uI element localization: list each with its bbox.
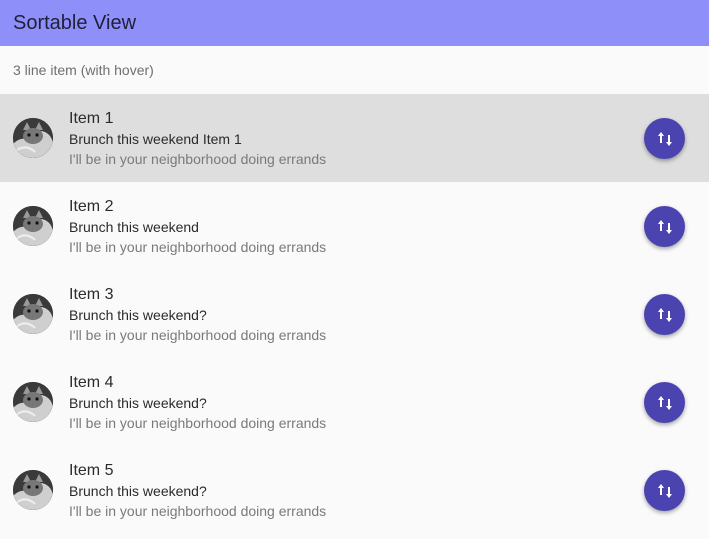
item-text: Item 2 Brunch this weekend I'll be in yo… [69,197,326,257]
item-text: Item 3 Brunch this weekend? I'll be in y… [69,285,326,345]
sort-button[interactable] [644,206,685,247]
item-subtitle: Brunch this weekend [69,219,199,235]
item-subtitle: Brunch this weekend? [69,483,207,499]
list-item[interactable]: Item 5 Brunch this weekend? I'll be in y… [0,446,709,534]
item-detail: I'll be in your neighborhood doing erran… [69,239,327,255]
list-subheader: 3 line item (with hover) [13,62,154,78]
list-item[interactable]: Item 4 Brunch this weekend? I'll be in y… [0,358,709,446]
item-subtitle: Brunch this weekend Item 1 [69,131,242,147]
item-text: Item 4 Brunch this weekend? I'll be in y… [69,373,326,433]
sort-button[interactable] [644,118,685,159]
item-detail: I'll be in your neighborhood doing erran… [69,151,327,167]
item-subtitle: Brunch this weekend? [69,307,207,323]
sort-button[interactable] [644,382,685,423]
list-item[interactable]: Item 2 Brunch this weekend I'll be in yo… [0,182,709,270]
sort-button[interactable] [644,470,685,511]
item-title: Item 2 [69,198,114,215]
avatar [13,470,53,510]
item-subtitle: Brunch this weekend? [69,395,207,411]
list-item[interactable]: Item 3 Brunch this weekend? I'll be in y… [0,270,709,358]
swap-vert-icon [657,307,672,322]
toolbar: Sortable View [0,0,709,46]
item-text: Item 5 Brunch this weekend? I'll be in y… [69,461,326,521]
page-title: Sortable View [13,11,137,34]
item-detail: I'll be in your neighborhood doing erran… [69,415,327,431]
item-title: Item 5 [69,462,114,479]
item-title: Item 4 [69,374,114,391]
avatar [13,118,53,158]
swap-vert-icon [657,131,672,146]
avatar [13,382,53,422]
sortable-list: Item 1 Brunch this weekend Item 1 I'll b… [0,94,709,534]
item-detail: I'll be in your neighborhood doing erran… [69,327,327,343]
avatar [13,206,53,246]
item-text: Item 1 Brunch this weekend Item 1 I'll b… [69,109,326,169]
item-detail: I'll be in your neighborhood doing erran… [69,503,327,519]
swap-vert-icon [657,483,672,498]
list-item[interactable]: Item 1 Brunch this weekend Item 1 I'll b… [0,94,709,182]
item-title: Item 1 [69,110,114,127]
avatar [13,294,53,334]
item-title: Item 3 [69,286,114,303]
swap-vert-icon [657,219,672,234]
sort-button[interactable] [644,294,685,335]
swap-vert-icon [657,395,672,410]
